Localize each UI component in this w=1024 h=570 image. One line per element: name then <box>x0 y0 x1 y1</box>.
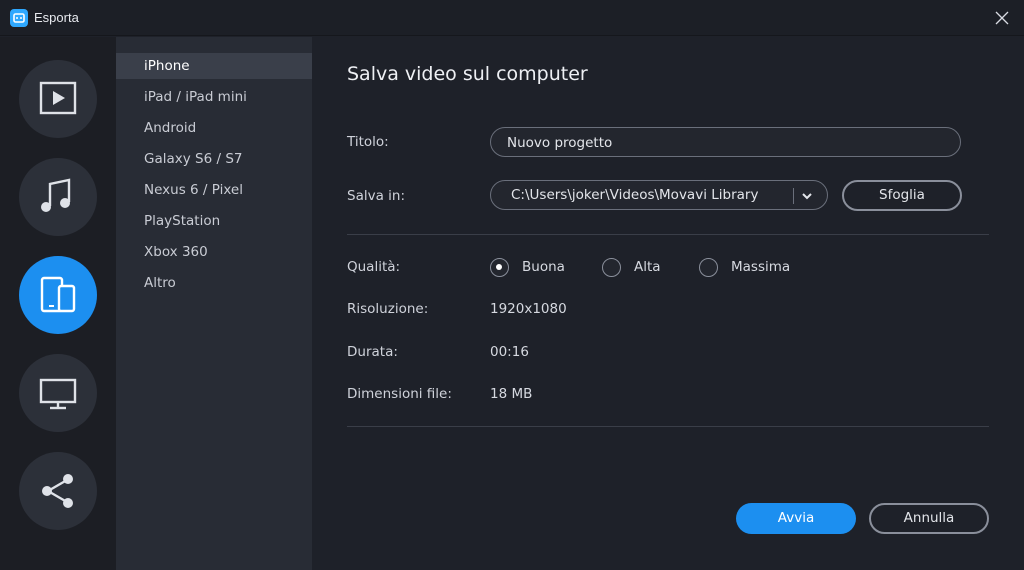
save-location-label: Salva in: <box>347 188 406 204</box>
music-icon <box>41 178 71 212</box>
video-icon <box>39 81 77 115</box>
title-label: Titolo: <box>347 134 389 150</box>
radio-unselected[interactable] <box>602 258 621 277</box>
quality-option-label: Alta <box>634 259 661 275</box>
section-divider <box>347 426 989 427</box>
device-item-other[interactable]: Altro <box>116 270 312 296</box>
resolution-label: Risoluzione: <box>347 301 429 317</box>
app-logo-icon <box>10 9 28 27</box>
save-path-value: C:\Users\joker\Videos\Movavi Library <box>511 187 759 203</box>
rail-audio-button[interactable] <box>19 158 97 236</box>
quality-option-label: Buona <box>522 259 565 275</box>
close-button[interactable] <box>980 0 1024 36</box>
close-icon <box>995 11 1009 25</box>
device-list: iPhone iPad / iPad mini Android Galaxy S… <box>116 37 312 570</box>
monitor-icon <box>39 378 77 410</box>
devices-icon <box>40 276 76 313</box>
device-item-nexus[interactable]: Nexus 6 / Pixel <box>116 177 312 203</box>
rail-devices-button[interactable] <box>19 256 97 334</box>
start-button[interactable]: Avvia <box>736 503 856 534</box>
chevron-down-icon[interactable] <box>800 189 814 203</box>
browse-button[interactable]: Sfoglia <box>842 180 962 211</box>
duration-label: Durata: <box>347 344 398 360</box>
share-icon <box>42 474 73 508</box>
export-settings-panel: Salva video sul computer Titolo: Salva i… <box>312 37 1024 570</box>
window-title: Esporta <box>34 10 79 25</box>
device-item-galaxy[interactable]: Galaxy S6 / S7 <box>116 146 312 172</box>
file-size-value: 18 MB <box>490 386 533 402</box>
section-divider <box>347 234 989 235</box>
page-title: Salva video sul computer <box>347 63 588 85</box>
title-input[interactable] <box>507 133 947 153</box>
save-location-dropdown[interactable]: C:\Users\joker\Videos\Movavi Library <box>490 180 828 210</box>
radio-selected[interactable] <box>490 258 509 277</box>
file-size-label: Dimensioni file: <box>347 386 452 402</box>
dropdown-separator <box>793 188 794 204</box>
device-item-xbox[interactable]: Xbox 360 <box>116 239 312 265</box>
device-item-playstation[interactable]: PlayStation <box>116 208 312 234</box>
device-item-iphone[interactable]: iPhone <box>116 53 312 79</box>
resolution-value: 1920x1080 <box>490 301 567 317</box>
cancel-button[interactable]: Annulla <box>869 503 989 534</box>
quality-label: Qualità: <box>347 259 401 275</box>
device-item-android[interactable]: Android <box>116 115 312 141</box>
rail-computer-button[interactable] <box>19 354 97 432</box>
device-item-ipad[interactable]: iPad / iPad mini <box>116 84 312 110</box>
rail-share-button[interactable] <box>19 452 97 530</box>
rail-video-button[interactable] <box>19 60 97 138</box>
title-field[interactable] <box>490 127 961 157</box>
export-category-rail <box>0 37 116 570</box>
duration-value: 00:16 <box>490 344 529 360</box>
radio-unselected[interactable] <box>699 258 718 277</box>
quality-option-label: Massima <box>731 259 791 275</box>
title-bar: Esporta <box>0 0 1024 36</box>
